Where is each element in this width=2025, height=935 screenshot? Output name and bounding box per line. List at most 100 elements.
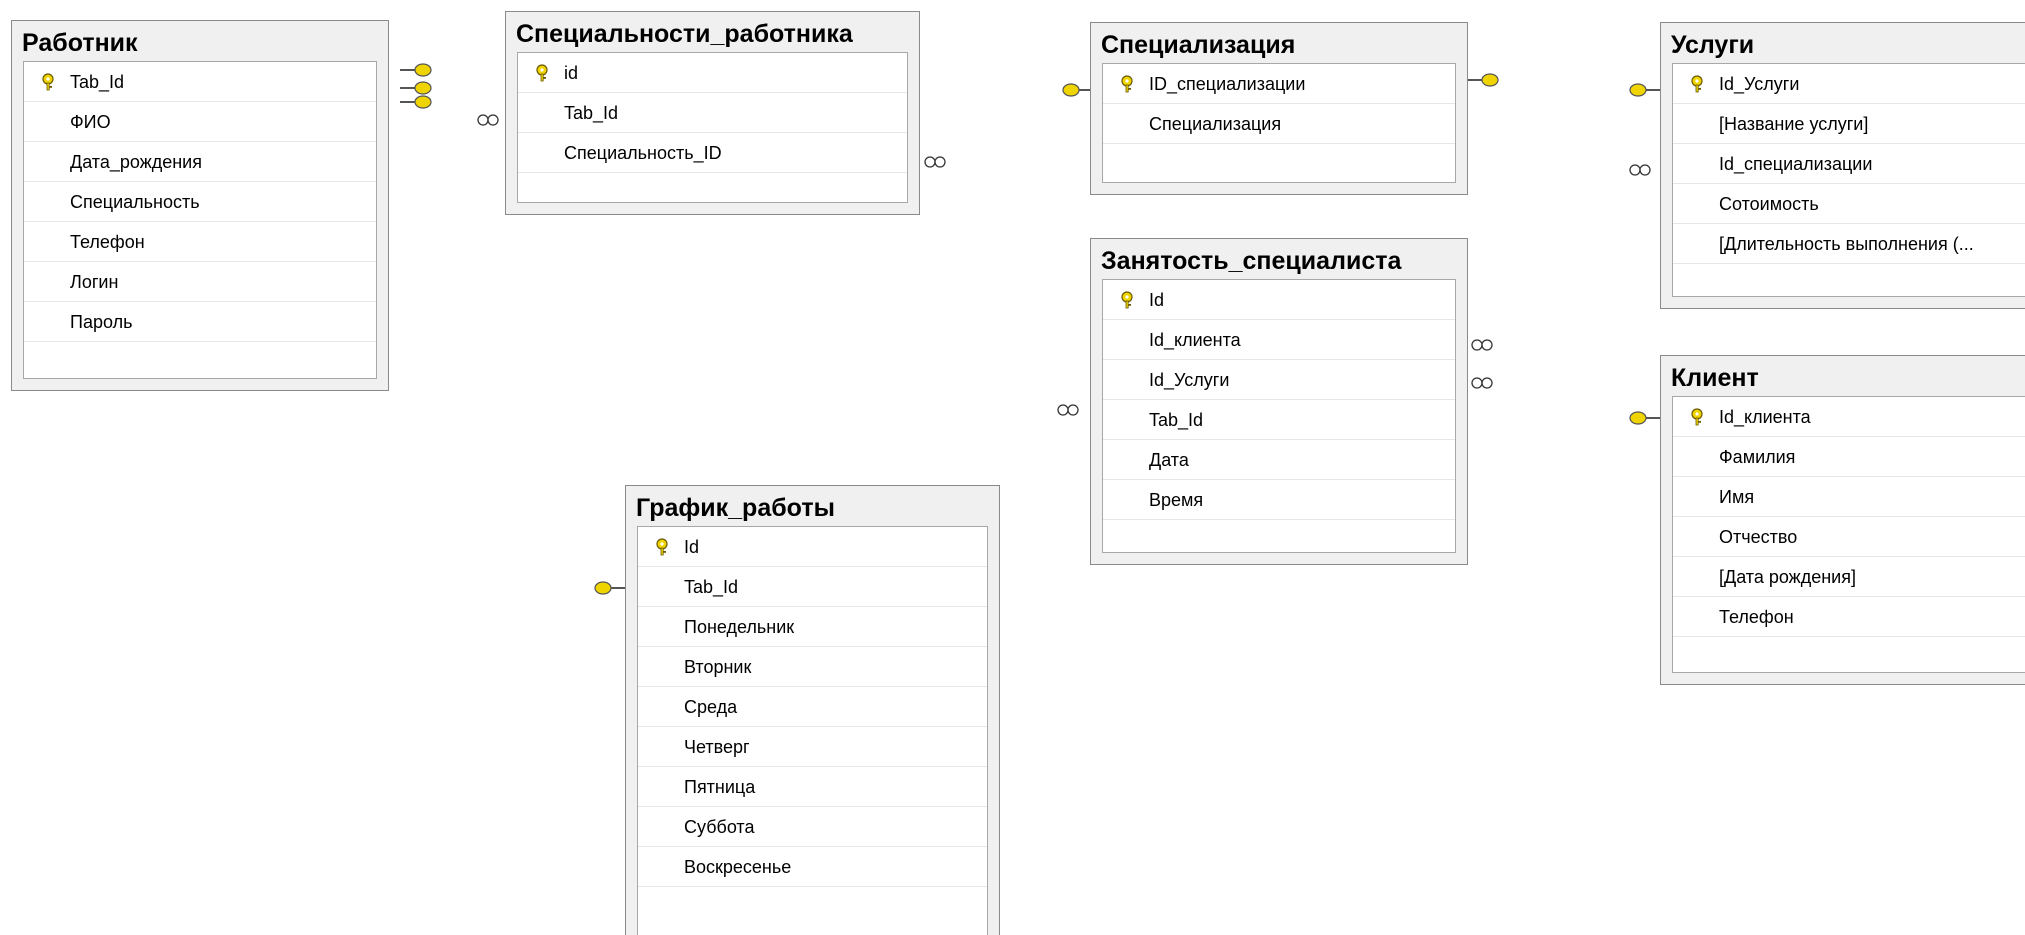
column-row[interactable]: Время [1103,480,1455,520]
infinity-icon [477,114,499,126]
column-name: Tab_Id [564,103,619,123]
column-row[interactable]: Фамилия [1673,437,2025,477]
column-row[interactable]: [Название услуги] [1673,104,2025,144]
column-name: Дата_рождения [70,152,202,172]
table-worker[interactable]: Работник Tab_Id ФИО Дата_рождения Специа… [11,20,389,391]
column-row[interactable]: Специализация [1103,104,1455,144]
column-row[interactable]: Отчество [1673,517,2025,557]
column-name: Дата [1149,450,1189,470]
key-end-icon [400,81,432,95]
infinity-icon [924,156,946,168]
relationship-specialization-to-worker-specialties[interactable] [920,88,1063,164]
table-services[interactable]: Услуги Id_Услуги [Название услуги] Id_сп… [1660,22,2025,309]
infinity-icon [1057,404,1079,416]
column-row[interactable]: Id_клиента [1103,320,1455,360]
column-row[interactable]: Tab_Id [518,93,907,133]
column-name: [Длительность выполнения (... [1719,234,1974,254]
column-name: Логин [70,272,119,292]
column-name: Воскресенье [684,857,792,877]
column-name: Понедельник [684,617,795,637]
column-list: Tab_Id ФИО Дата_рождения Специальность Т… [23,61,377,379]
relationship-services-to-specialist-busy[interactable] [1470,88,1665,385]
infinity-icon [1471,377,1493,389]
table-title[interactable]: Специализация [1091,23,1467,61]
column-name: ФИО [70,112,111,132]
column-row[interactable]: Специальность [24,182,376,222]
column-row[interactable]: Id [1103,280,1455,320]
key-icon [1117,64,1139,103]
table-title[interactable]: Занятость_специалиста [1091,239,1467,277]
column-row[interactable]: [Длительность выполнения (... [1673,224,2025,264]
column-name: Tab_Id [684,577,739,597]
column-row[interactable]: Суббота [638,807,987,847]
table-worker-specialties[interactable]: Специальности_работника id Tab_Id Специа… [505,11,920,215]
column-name: Время [1149,490,1204,510]
column-list: Id Id_клиента Id_Услуги Tab_Id Дата Врем… [1102,279,1456,553]
column-row[interactable]: Понедельник [638,607,987,647]
column-row[interactable]: Id [638,527,987,567]
column-row[interactable]: Логин [24,262,376,302]
column-list: Id_Услуги [Название услуги] Id_специализ… [1672,63,2025,297]
table-specialist-busy[interactable]: Занятость_специалиста Id Id_клиента Id_У… [1090,238,1468,565]
column-row[interactable]: Среда [638,687,987,727]
relationship-specialization-to-services[interactable] [1490,78,1650,172]
column-row[interactable]: Tab_Id [24,62,376,102]
column-row[interactable]: Id_клиента [1673,397,2025,437]
column-row[interactable]: [Дата рождения] [1673,557,2025,597]
column-name: Специализация [1149,114,1282,134]
column-name: Id_клиента [1719,407,1811,427]
column-row[interactable]: Tab_Id [1103,400,1455,440]
column-row[interactable]: Id_Услуги [1673,64,2025,104]
key-icon [1117,280,1139,319]
column-row[interactable]: Специальность_ID [518,133,907,173]
column-name: Пятница [684,777,756,797]
column-name: Пароль [70,312,133,332]
column-row[interactable]: Сотоимость [1673,184,2025,224]
infinity-icon [1471,339,1493,351]
column-name: id [564,63,579,83]
column-name: Id_клиента [1149,330,1241,350]
column-row[interactable]: Id_специализации [1673,144,2025,184]
table-client[interactable]: Клиент Id_клиента Фамилия Имя Отчество [… [1660,355,2025,685]
column-row[interactable]: Дата_рождения [24,142,376,182]
column-row[interactable]: Tab_Id [638,567,987,607]
column-name: Телефон [1719,607,1794,627]
column-row[interactable]: ID_специализации [1103,64,1455,104]
column-name: Среда [684,697,738,717]
column-name: Tab_Id [1149,410,1204,430]
table-schedule[interactable]: График_работы Id Tab_Id Понедельник Втор… [625,485,1000,935]
key-end-icon [400,63,432,77]
column-name: Id_Услуги [1719,74,1800,94]
column-list: ID_специализации Специализация [1102,63,1456,183]
column-row[interactable]: Вторник [638,647,987,687]
column-name: Телефон [70,232,145,252]
table-specialization[interactable]: Специализация ID_специализации Специализ… [1090,22,1468,195]
table-title[interactable]: График_работы [626,486,999,524]
column-row[interactable]: Телефон [24,222,376,262]
table-title[interactable]: Клиент [1661,356,2025,394]
column-name: Специальность [70,192,200,212]
column-row[interactable]: Воскресенье [638,847,987,887]
table-title[interactable]: Услуги [1661,23,2025,61]
column-row[interactable]: id [518,53,907,93]
column-row[interactable]: Id_Услуги [1103,360,1455,400]
column-row[interactable]: Четверг [638,727,987,767]
column-row[interactable]: Имя [1673,477,2025,517]
column-name: [Дата рождения] [1719,567,1856,587]
column-row[interactable]: Телефон [1673,597,2025,637]
column-row[interactable]: Пароль [24,302,376,342]
column-name: Четверг [684,737,750,757]
column-name: Имя [1719,487,1755,507]
relationship-client-to-specialist-busy[interactable] [1470,343,1650,420]
column-row[interactable]: Пятница [638,767,987,807]
key-icon [1687,64,1709,103]
key-end-icon [594,581,625,595]
table-title[interactable]: Специальности_работника [506,12,919,50]
column-name: Id_специализации [1719,154,1873,174]
column-row[interactable]: ФИО [24,102,376,142]
key-end-icon [1062,83,1091,97]
key-icon [532,53,554,92]
column-name: Id_Услуги [1149,370,1230,390]
column-row[interactable]: Дата [1103,440,1455,480]
table-title[interactable]: Работник [12,21,388,59]
